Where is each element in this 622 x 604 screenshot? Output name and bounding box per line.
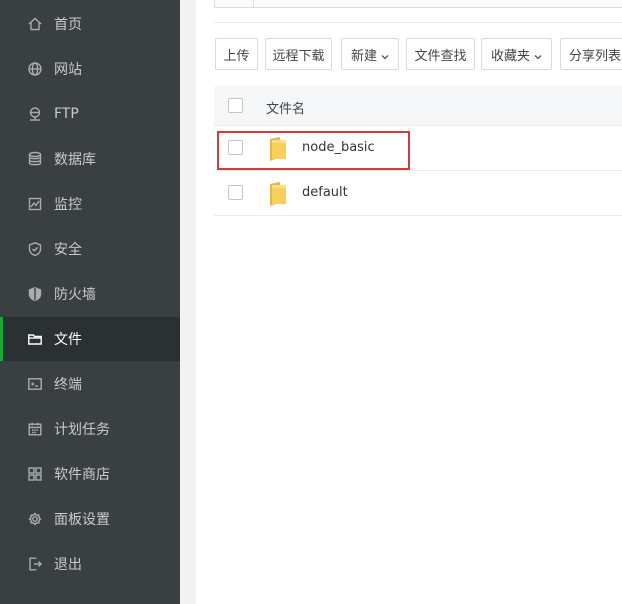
path-bar[interactable]	[214, 0, 622, 8]
table-row[interactable]: node_basic	[214, 126, 622, 171]
row-checkbox[interactable]	[228, 140, 243, 155]
calendar-icon	[26, 420, 44, 438]
layout-gutter	[180, 0, 196, 604]
sidebar-item-firewall[interactable]: 防火墙	[0, 272, 180, 316]
sidebar-item-label: 监控	[54, 197, 82, 213]
sidebar-item-app-store[interactable]: 软件商店	[0, 452, 180, 496]
file-manager-panel: 上传 远程下载 新建 文件查找 收藏夹 分享列表 文件名 node_basic	[196, 0, 622, 604]
sidebar-item-cron[interactable]: 计划任务	[0, 407, 180, 451]
sidebar-item-home[interactable]: 首页	[0, 2, 180, 46]
file-search-button-label: 文件查找	[414, 48, 467, 64]
folder-icon	[270, 137, 286, 161]
sidebar-item-terminal[interactable]: 终端	[0, 362, 180, 406]
table-row[interactable]: default	[214, 171, 622, 216]
new-button-label: 新建	[350, 48, 377, 64]
upload-button[interactable]: 上传	[215, 38, 258, 70]
sidebar-item-logout[interactable]: 退出	[0, 542, 180, 586]
file-name[interactable]: default	[302, 185, 348, 200]
globe-icon	[26, 60, 44, 78]
sidebar-item-label: 防火墙	[54, 287, 96, 303]
upload-button-label: 上传	[223, 48, 250, 64]
favorites-button-label: 收藏夹	[490, 48, 530, 64]
database-icon	[26, 150, 44, 168]
sidebar-item-database[interactable]: 数据库	[0, 137, 180, 181]
sidebar-item-label: 文件	[54, 332, 82, 348]
row-checkbox[interactable]	[228, 185, 243, 200]
sidebar-item-label: 计划任务	[54, 422, 110, 438]
sidebar-item-label: 退出	[54, 557, 82, 573]
sidebar-item-monitor[interactable]: 监控	[0, 182, 180, 226]
remote-download-button-label: 远程下载	[272, 48, 325, 64]
favorites-button[interactable]: 收藏夹	[481, 38, 552, 70]
sidebar-item-label: 终端	[54, 377, 82, 393]
sidebar-item-ftp[interactable]: FTP	[0, 92, 180, 136]
new-button[interactable]: 新建	[341, 38, 399, 70]
file-search-button[interactable]: 文件查找	[406, 38, 475, 70]
sidebar-item-label: 数据库	[54, 152, 96, 168]
share-list-button-label: 分享列表	[568, 48, 621, 64]
sidebar: 首页 网站 FTP 数据库 监控 安全 防火墙 文件 终端 计划任务 软件商店	[0, 0, 180, 604]
sidebar-item-label: 网站	[54, 62, 82, 78]
gear-icon	[26, 510, 44, 528]
terminal-icon	[26, 375, 44, 393]
sidebar-item-label: 软件商店	[54, 467, 110, 483]
divider	[214, 22, 622, 23]
remote-download-button[interactable]: 远程下载	[265, 38, 332, 70]
firewall-shield-icon	[26, 285, 44, 303]
ftp-icon	[26, 105, 44, 123]
share-list-button[interactable]: 分享列表	[560, 38, 622, 70]
shield-check-icon	[26, 240, 44, 258]
folder-icon	[26, 330, 44, 348]
select-all-checkbox[interactable]	[228, 98, 243, 113]
column-header-filename[interactable]: 文件名	[266, 98, 305, 117]
logout-icon	[26, 555, 44, 573]
sidebar-item-website[interactable]: 网站	[0, 47, 180, 91]
sidebar-item-label: 首页	[54, 17, 82, 33]
grid-apps-icon	[26, 465, 44, 483]
sidebar-item-settings[interactable]: 面板设置	[0, 497, 180, 541]
table-header: 文件名	[214, 86, 622, 126]
file-name[interactable]: node_basic	[302, 140, 375, 155]
sidebar-item-label: 安全	[54, 242, 82, 258]
sidebar-item-label: FTP	[54, 106, 79, 122]
sidebar-item-security[interactable]: 安全	[0, 227, 180, 271]
chevron-down-icon	[534, 50, 542, 60]
monitor-icon	[26, 195, 44, 213]
folder-icon	[270, 182, 286, 206]
chevron-down-icon	[381, 50, 389, 60]
home-icon	[26, 15, 44, 33]
sidebar-item-label: 面板设置	[54, 512, 110, 528]
sidebar-item-files[interactable]: 文件	[0, 317, 180, 361]
